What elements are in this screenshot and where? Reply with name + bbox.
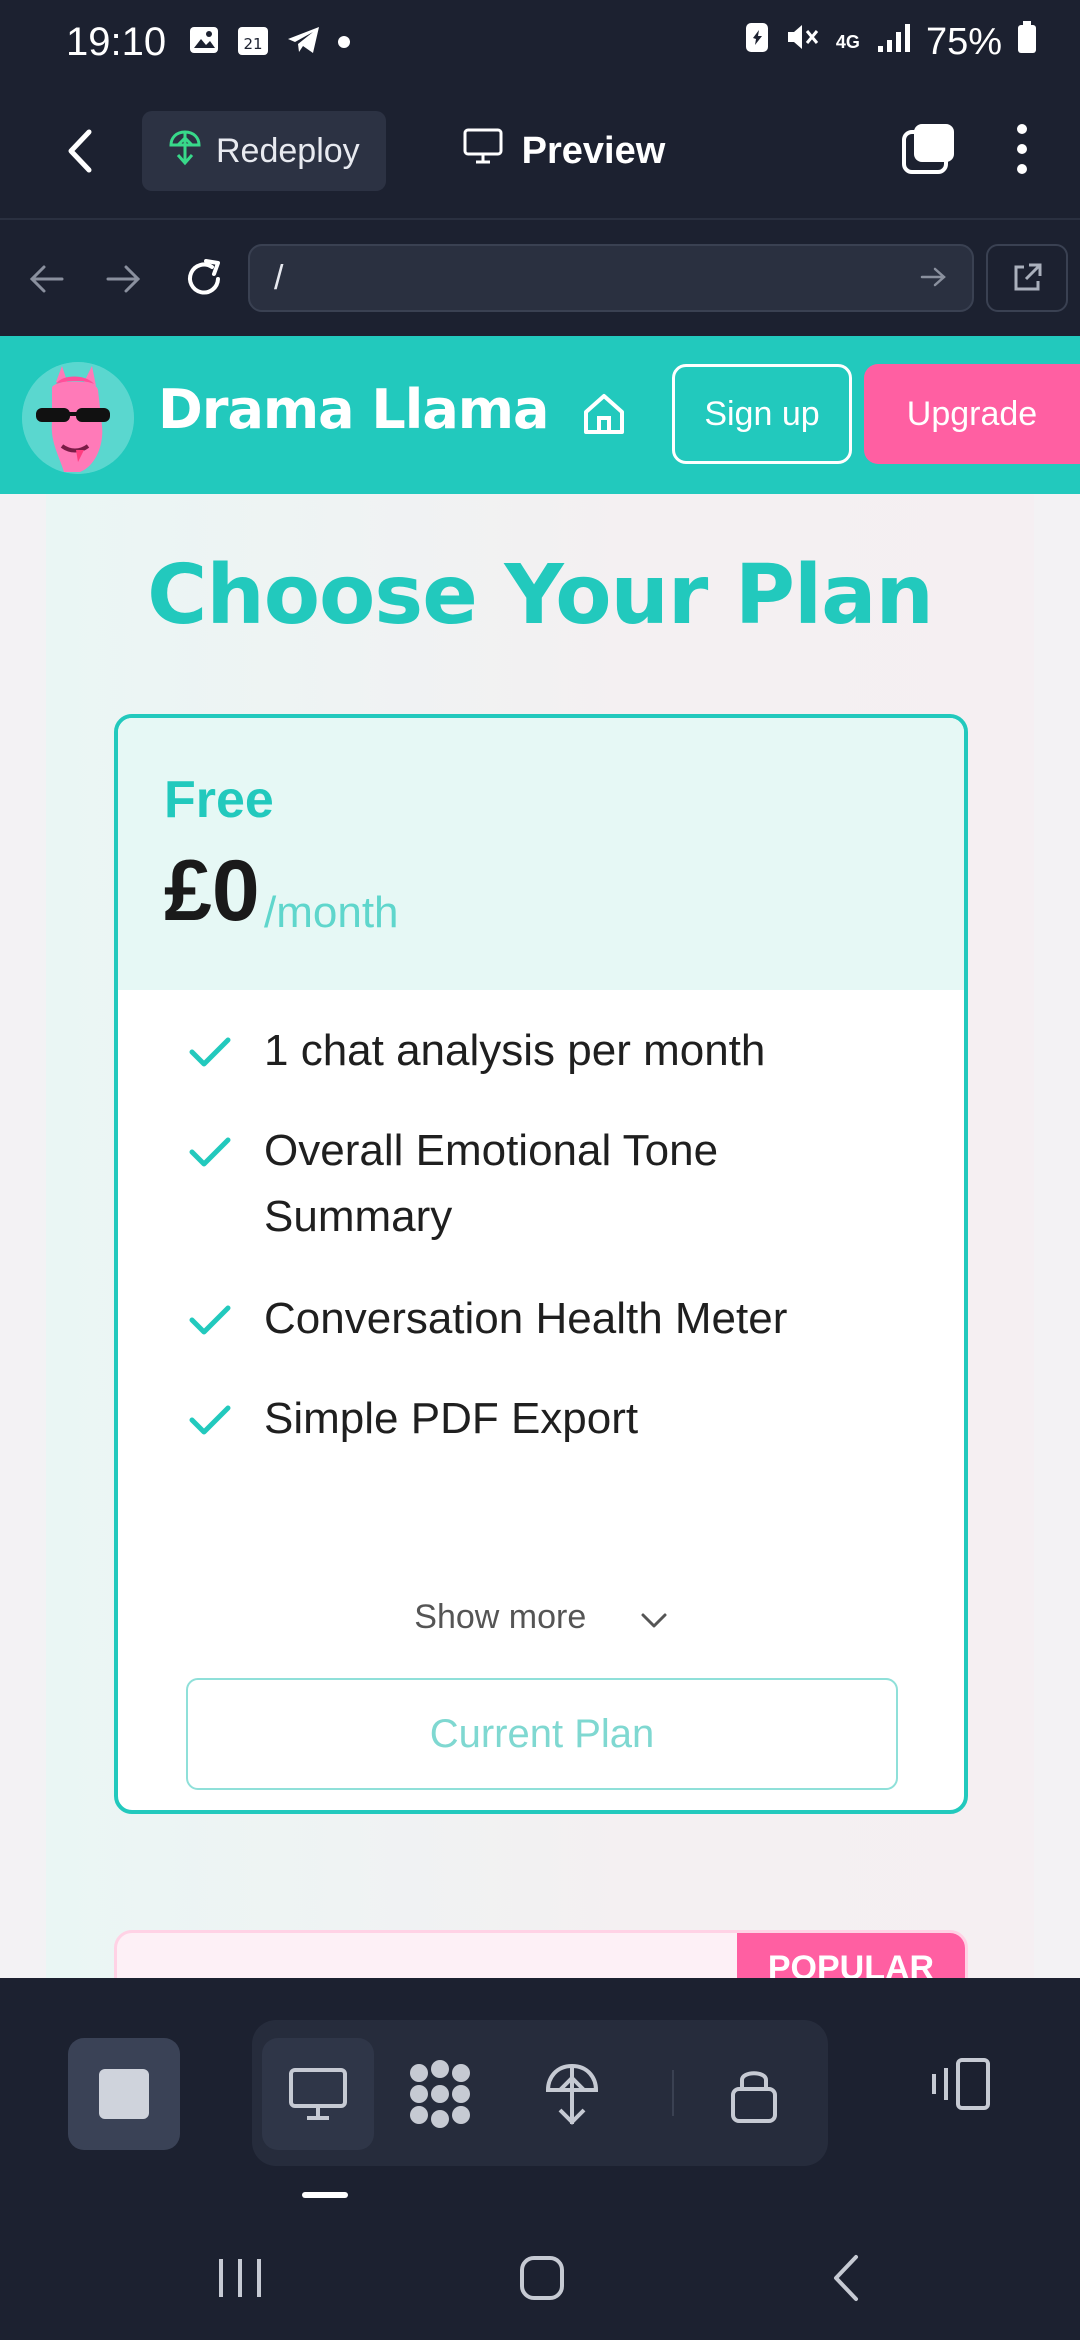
system-status: 4G 75% — [744, 20, 1038, 64]
url-value: / — [274, 258, 284, 297]
more-options-icon[interactable] — [1014, 123, 1030, 180]
chevron-left-icon — [68, 129, 92, 173]
preview-tab[interactable]: Preview — [462, 127, 666, 175]
calendar-icon: 21 — [236, 23, 270, 62]
secrets-tool-button[interactable] — [698, 2038, 810, 2150]
check-icon — [188, 1402, 232, 1438]
monitor-icon — [289, 2068, 347, 2120]
check-icon — [188, 1302, 232, 1338]
gallery-icon — [188, 24, 220, 61]
current-plan-button[interactable]: Current Plan — [186, 1678, 898, 1790]
url-row: / — [0, 222, 1080, 336]
home-icon[interactable] — [580, 390, 628, 438]
back-button[interactable] — [50, 121, 110, 181]
status-bar: 19:10 21 4G 75% — [0, 0, 1080, 84]
tab-indicator — [302, 2192, 348, 2198]
redeploy-button[interactable]: Redeploy — [142, 111, 386, 191]
preview-tool-button[interactable] — [262, 2038, 374, 2150]
url-input[interactable]: / — [248, 244, 974, 312]
external-link-icon — [1014, 263, 1042, 291]
back-nav-icon[interactable] — [816, 2248, 876, 2308]
check-icon — [188, 1034, 232, 1070]
recents-icon[interactable] — [210, 2248, 270, 2308]
toolbar-divider — [672, 2070, 674, 2116]
plan-card-free: Free £0 /month 1 chat analysis per month… — [114, 714, 968, 1814]
preview-label: Preview — [521, 129, 666, 172]
battery-percent: 75% — [925, 20, 1002, 63]
plan-card-header: Free £0 /month — [118, 718, 964, 990]
llama-logo[interactable] — [22, 362, 134, 474]
devices-button[interactable] — [914, 2040, 1002, 2128]
brand-name[interactable]: Drama Llama — [158, 378, 549, 441]
network-type-label: 4G — [835, 32, 860, 52]
status-time: 19:10 — [66, 19, 167, 64]
tool-group — [252, 2020, 828, 2166]
feature-text: 1 chat analysis per month — [264, 1026, 766, 1075]
redeploy-label: Redeploy — [216, 131, 360, 170]
workspace-tool-button[interactable] — [384, 2038, 496, 2150]
feature-text: Overall Emotional Tone Summary — [264, 1126, 719, 1241]
notification-icons: 21 — [188, 23, 351, 62]
telegram-icon — [286, 24, 322, 61]
arrow-right-icon[interactable] — [102, 257, 146, 301]
plan-price: £0 — [164, 843, 260, 939]
go-arrow-icon[interactable] — [920, 259, 948, 298]
battery-icon — [1016, 20, 1038, 64]
monitor-icon — [462, 127, 504, 175]
show-more-label: Show more — [414, 1598, 587, 1636]
feature-text: Conversation Health Meter — [264, 1294, 788, 1343]
check-icon — [188, 1134, 232, 1170]
app-toolbar: Redeploy Preview — [0, 84, 1080, 220]
feature-text: Simple PDF Export — [264, 1394, 639, 1443]
deploy-icon — [168, 128, 202, 175]
toolbar-actions — [900, 122, 1030, 181]
mute-icon — [784, 20, 820, 64]
open-external-button[interactable] — [986, 244, 1068, 312]
lock-icon — [731, 2071, 777, 2123]
upgrade-button[interactable]: Upgrade — [864, 364, 1080, 464]
plan-period: /month — [264, 888, 399, 937]
svg-text:21: 21 — [244, 35, 263, 53]
more-notifications-dot — [338, 36, 351, 48]
arrow-left-icon[interactable] — [24, 257, 68, 301]
stop-icon — [99, 2069, 149, 2119]
reload-icon[interactable] — [182, 257, 226, 301]
stop-button[interactable] — [68, 2038, 180, 2150]
chevron-down-icon — [640, 1600, 668, 1639]
nodes-icon — [410, 2060, 470, 2128]
home-nav-icon[interactable] — [512, 2248, 572, 2308]
page-title: Choose Your Plan — [147, 548, 934, 643]
sign-up-button[interactable]: Sign up — [672, 364, 852, 464]
site-header: Drama Llama Sign up Upgrade — [0, 336, 1080, 494]
battery-saver-icon — [744, 20, 770, 64]
plan-name: Free — [164, 771, 274, 829]
tabs-icon[interactable] — [900, 122, 958, 181]
android-navigation-bar — [0, 2214, 1080, 2340]
devices-icon — [932, 2058, 990, 2110]
deploy-icon — [545, 2063, 599, 2125]
signal-icon — [876, 21, 912, 64]
bottom-toolbar — [0, 1978, 1080, 2214]
show-more-toggle[interactable]: Show more — [118, 1598, 964, 1639]
deploy-tool-button[interactable] — [516, 2038, 628, 2150]
